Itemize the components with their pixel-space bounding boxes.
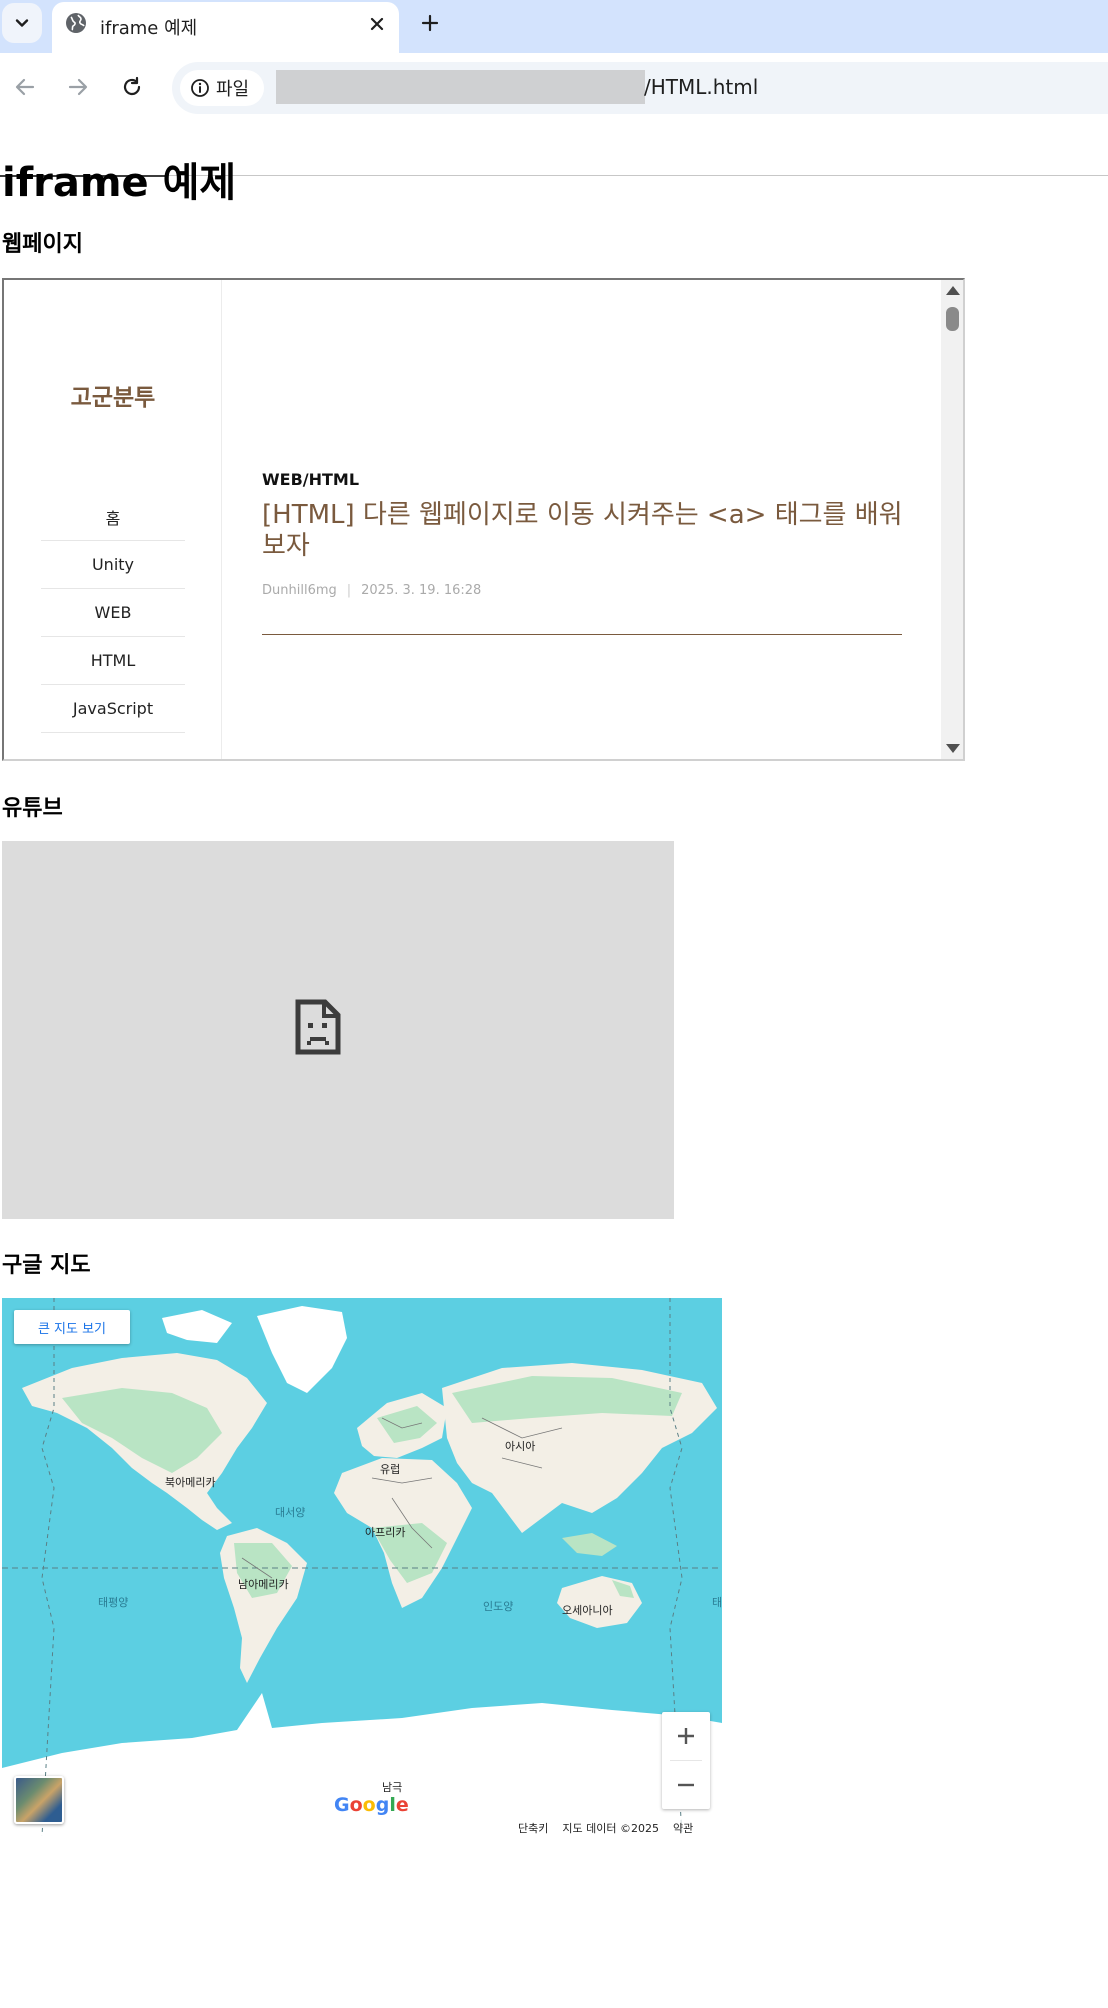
category-list: 홈 Unity WEB HTML JavaScript <box>41 493 185 733</box>
tab-close-button[interactable] <box>364 11 390 37</box>
browser-toolbar: 파일 /HTML.html <box>0 53 1108 177</box>
page-title: iframe 예제 <box>2 160 237 206</box>
info-icon <box>191 79 209 97</box>
scroll-down-arrow[interactable] <box>946 744 960 753</box>
map-heading: 구글 지도 <box>2 1253 91 1278</box>
zoom-in-button[interactable] <box>662 1712 710 1760</box>
chevron-down-icon <box>15 19 29 27</box>
category-item-unity[interactable]: Unity <box>41 541 185 589</box>
label-pacific-right: 태 <box>712 1596 722 1609</box>
post-author: Dunhill6mg <box>262 583 337 598</box>
label-north-america: 북아메리카 <box>165 1476 216 1489</box>
globe-icon <box>66 13 86 33</box>
post-meta: Dunhill6mg | 2025. 3. 19. 16:28 <box>262 583 482 598</box>
label-asia: 아시아 <box>505 1440 536 1453</box>
satellite-layer-toggle[interactable] <box>14 1776 64 1824</box>
map-data-attribution: 지도 데이터 ©2025 <box>562 1822 659 1835</box>
back-button[interactable] <box>8 70 42 104</box>
post-divider <box>262 634 902 635</box>
scroll-thumb[interactable] <box>946 307 959 331</box>
label-africa: 아프리카 <box>365 1526 406 1539</box>
arrow-right-icon <box>68 78 88 96</box>
blog-name[interactable]: 고군분투 <box>4 378 222 412</box>
label-oceania: 오세아니아 <box>562 1604 613 1617</box>
minus-icon <box>678 1783 694 1787</box>
world-map <box>2 1298 722 1836</box>
site-info-chip[interactable]: 파일 <box>180 70 264 106</box>
new-tab-button[interactable] <box>415 8 445 38</box>
label-antarctica: 남극 <box>382 1781 403 1794</box>
tab-title: iframe 예제 <box>100 18 198 39</box>
reload-button[interactable] <box>115 70 149 104</box>
zoom-control <box>662 1712 710 1809</box>
terms-link[interactable]: 약관 <box>673 1820 693 1836</box>
category-item-web[interactable]: WEB <box>41 589 185 637</box>
youtube-heading: 유튜브 <box>2 796 63 821</box>
iframe-scrollbar[interactable] <box>941 280 963 759</box>
tab-search-button[interactable] <box>2 3 42 43</box>
webpage-heading: 웹페이지 <box>2 232 83 257</box>
label-indian: 인도양 <box>483 1600 514 1613</box>
url-redacted <box>276 70 645 104</box>
post-title: [HTML] 다른 웹페이지로 이동 시켜주는 <a> 태그를 배워보자 <box>262 500 903 561</box>
tab-strip: iframe 예제 <box>0 0 1108 53</box>
site-chip-label: 파일 <box>216 79 250 100</box>
label-atlantic: 대서양 <box>275 1506 306 1519</box>
keyboard-shortcuts-link[interactable]: 단축키 <box>518 1820 548 1836</box>
url-text: /HTML.html <box>644 75 759 99</box>
webpage-iframe[interactable]: 고군분투 홈 Unity WEB HTML JavaScript WEB/HTM… <box>2 278 965 761</box>
forward-button[interactable] <box>61 70 95 104</box>
label-south-america: 남아메리카 <box>238 1578 289 1591</box>
arrow-left-icon <box>15 78 35 96</box>
category-item-home[interactable]: 홈 <box>41 493 185 541</box>
reload-icon <box>123 76 141 96</box>
label-europe: 유럽 <box>380 1463 401 1476</box>
post-date: 2025. 3. 19. 16:28 <box>361 583 482 598</box>
youtube-iframe[interactable] <box>2 841 674 1219</box>
label-pacific: 태평양 <box>98 1596 129 1609</box>
google-logo: Google <box>334 1794 409 1816</box>
address-bar[interactable]: 파일 /HTML.html <box>172 62 1108 114</box>
scroll-up-arrow[interactable] <box>946 286 960 295</box>
plus-icon <box>421 14 439 32</box>
sad-page-icon <box>295 999 341 1055</box>
google-map-iframe[interactable]: 큰 지도 보기 북아메리카 남아메리카 유럽 아시아 아프리카 오세아니아 남극… <box>2 1298 722 1836</box>
map-footer: 단축키 지도 데이터 ©2025 약관 <box>512 1820 700 1836</box>
plus-icon <box>678 1728 694 1744</box>
active-tab[interactable]: iframe 예제 <box>52 2 399 53</box>
post-category[interactable]: WEB/HTML <box>262 470 359 489</box>
category-item-html[interactable]: HTML <box>41 637 185 685</box>
view-larger-map-button[interactable]: 큰 지도 보기 <box>14 1310 130 1344</box>
blog-sidebar: 고군분투 홈 Unity WEB HTML JavaScript <box>4 280 222 759</box>
zoom-out-button[interactable] <box>662 1761 710 1809</box>
close-icon <box>370 17 384 31</box>
category-item-javascript[interactable]: JavaScript <box>41 685 185 733</box>
